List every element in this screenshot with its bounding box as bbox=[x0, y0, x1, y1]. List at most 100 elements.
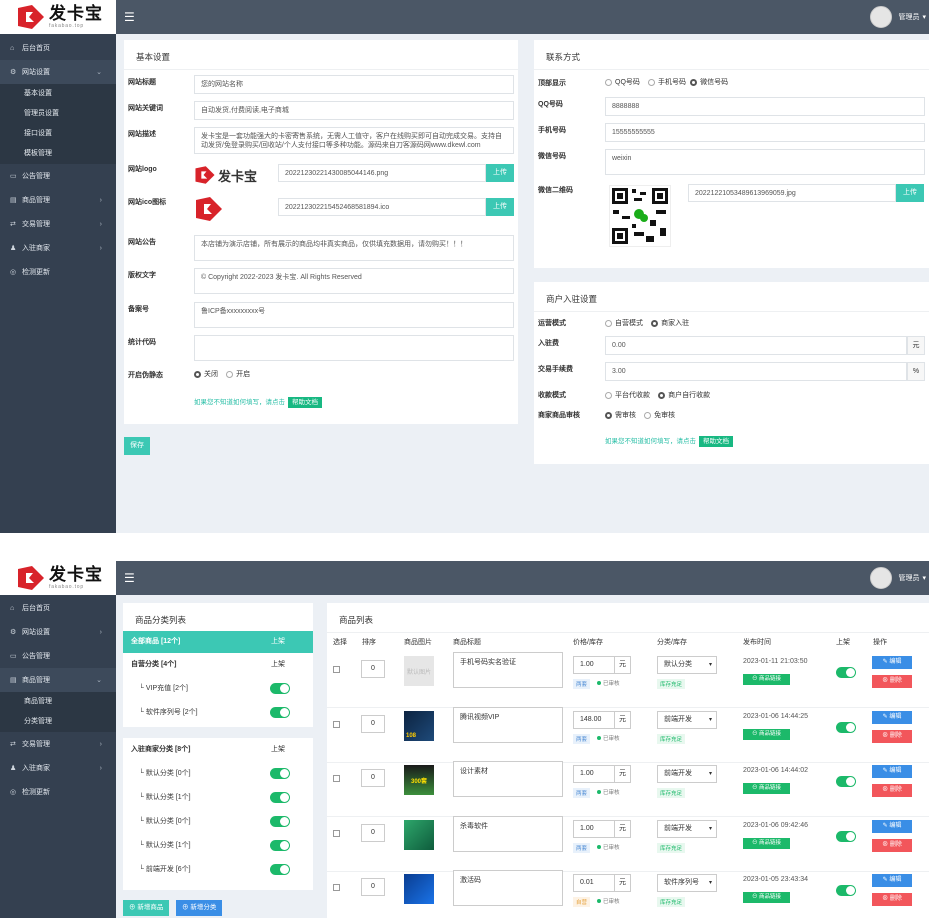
sidebar-item-site-settings[interactable]: ⚙ 网站设置 › bbox=[0, 620, 116, 644]
sidebar-item-update[interactable]: ◎ 检测更新 bbox=[0, 780, 116, 804]
enable-toggle[interactable] bbox=[270, 768, 290, 779]
submenu-item-category[interactable]: 分类管理 bbox=[0, 712, 116, 732]
sidebar-item-home[interactable]: ⌂ 后台首页 bbox=[0, 596, 116, 620]
select-checkbox[interactable] bbox=[333, 775, 340, 782]
goods-title-input[interactable]: 设计素材 bbox=[453, 761, 563, 797]
sort-input[interactable]: 0 bbox=[361, 823, 385, 842]
ico-file-input[interactable]: 20221230221545246858​1894.ico bbox=[278, 198, 486, 216]
sort-input[interactable]: 0 bbox=[361, 769, 385, 787]
goods-link-button[interactable]: ⊖ 商品链接 bbox=[743, 674, 790, 685]
sidebar-item-goods[interactable]: ▤ 商品管理 ⌄ bbox=[0, 668, 116, 692]
add-category-button[interactable]: ⊕ 新增分类 bbox=[176, 900, 223, 916]
select-checkbox[interactable] bbox=[333, 666, 340, 673]
save-button[interactable]: 保存 bbox=[124, 437, 150, 455]
phone-input[interactable]: 15555555555 bbox=[605, 123, 925, 142]
goods-link-button[interactable]: ⊖ 商品链接 bbox=[743, 837, 790, 849]
wechat-input[interactable]: weixin bbox=[605, 149, 925, 175]
delete-button[interactable]: ⊗ 删除 bbox=[872, 729, 912, 743]
sidebar-item-home[interactable]: ⌂ 后台首页 bbox=[0, 36, 116, 60]
show-qq-radio[interactable]: QQ号码 bbox=[605, 77, 640, 87]
notice-textarea[interactable]: 本店铺为演示店铺，所有展示的商品均非真实商品，仅供填充数据用，请勿购买！！！ bbox=[194, 235, 514, 261]
edit-button[interactable]: ✎ 编辑 bbox=[872, 819, 912, 833]
sidebar-item-merchant[interactable]: ♟ 入驻商家 › bbox=[0, 236, 116, 260]
goods-title-input[interactable]: 手机号码实名验证 bbox=[453, 652, 563, 688]
upload-ico-button[interactable]: 上传 bbox=[486, 198, 514, 216]
logo[interactable]: 发卡宝 fakabao.top bbox=[0, 0, 116, 34]
edit-button[interactable]: ✎ 编辑 bbox=[872, 710, 912, 724]
sort-input[interactable]: 0 bbox=[361, 878, 385, 896]
category-row[interactable]: └ 默认分类 [1个] bbox=[123, 786, 313, 810]
help-doc-button[interactable]: 帮助文档 bbox=[288, 397, 322, 408]
sort-input[interactable]: 0 bbox=[361, 714, 385, 733]
listing-toggle[interactable] bbox=[836, 721, 856, 733]
icp-textarea[interactable]: 鲁ICP备xxxxxxxxx号 bbox=[194, 302, 514, 328]
mode-merchant-radio[interactable]: 商家入驻 bbox=[651, 318, 689, 328]
enable-toggle[interactable] bbox=[270, 864, 290, 875]
upload-qr-button[interactable]: 上传 bbox=[896, 184, 924, 202]
goods-title-input[interactable]: 杀毒软件 bbox=[453, 815, 563, 852]
user-menu[interactable]: 管理员 ▾ bbox=[870, 566, 929, 590]
listing-toggle[interactable] bbox=[836, 667, 856, 678]
keywords-input[interactable]: 自动发货,付费阅读,电子商城 bbox=[194, 101, 514, 120]
logo-file-input[interactable]: 20221230221430085044146.png bbox=[278, 164, 486, 182]
select-checkbox[interactable] bbox=[333, 720, 340, 728]
category-row[interactable]: └ 默认分类 [0个] bbox=[123, 810, 313, 834]
sidebar-item-goods[interactable]: ▤ 商品管理 › bbox=[0, 188, 116, 212]
logo[interactable]: 发卡宝 fakabao.top bbox=[0, 561, 116, 595]
category-select[interactable]: 前端开发 bbox=[657, 710, 717, 729]
category-row[interactable]: └ 前端开发 [6个] bbox=[123, 858, 313, 882]
category-merchant-row[interactable]: 入驻商家分类 [8个] 上架 bbox=[123, 738, 313, 762]
goods-link-button[interactable]: ⊖ 商品链接 bbox=[743, 892, 790, 903]
delete-button[interactable]: ⊗ 删除 bbox=[872, 893, 912, 906]
category-row[interactable]: └ VIP充值 [2个] bbox=[123, 677, 313, 701]
sidebar-item-notice[interactable]: ▭ 公告管理 bbox=[0, 644, 116, 668]
wechat-qr-file-input[interactable]: 20221221053489613969059.jpg bbox=[688, 184, 896, 202]
price-input[interactable]: 1.00 元 bbox=[573, 656, 631, 674]
upload-logo-button[interactable]: 上传 bbox=[486, 164, 514, 182]
edit-button[interactable]: ✎ 编辑 bbox=[872, 874, 912, 887]
price-input[interactable]: 0.01 元 bbox=[573, 874, 631, 892]
edit-button[interactable]: ✎ 编辑 bbox=[872, 656, 912, 669]
category-select[interactable]: 前端开发 bbox=[657, 819, 717, 838]
delete-button[interactable]: ⊗ 删除 bbox=[872, 675, 912, 688]
user-menu[interactable]: 管理员 ▾ bbox=[870, 5, 929, 29]
static-off-radio[interactable]: 关闭 bbox=[194, 369, 218, 379]
category-row[interactable]: └ 默认分类 [1个] bbox=[123, 834, 313, 858]
enable-toggle[interactable] bbox=[270, 707, 290, 718]
sidebar-item-site-settings[interactable]: ⚙ 网站设置 ⌄ bbox=[0, 60, 116, 84]
static-on-radio[interactable]: 开启 bbox=[226, 369, 250, 379]
site-title-input[interactable]: 您的网站名称 bbox=[194, 75, 514, 94]
submenu-item-goods[interactable]: 商品管理 bbox=[0, 692, 116, 712]
delete-button[interactable]: ⊗ 删除 bbox=[872, 784, 912, 797]
sidebar-item-trade[interactable]: ⇄ 交易管理 › bbox=[0, 732, 116, 756]
category-row[interactable]: └ 软件序列号 [2个] bbox=[123, 701, 313, 725]
enable-toggle[interactable] bbox=[270, 792, 290, 803]
category-select[interactable]: 前端开发 bbox=[657, 765, 717, 783]
show-phone-radio[interactable]: 手机号码 bbox=[647, 77, 686, 87]
sort-input[interactable]: 0 bbox=[361, 660, 385, 678]
sidebar-item-trade[interactable]: ⇄ 交易管理 › bbox=[0, 212, 116, 236]
category-self-row[interactable]: 自营分类 [4个] 上架 bbox=[123, 653, 313, 677]
enable-toggle[interactable] bbox=[270, 816, 290, 827]
category-select[interactable]: 软件序列号 bbox=[657, 874, 717, 892]
listing-toggle[interactable] bbox=[836, 830, 856, 842]
collect-platform-radio[interactable]: 平台代收款 bbox=[605, 390, 650, 400]
listing-toggle[interactable] bbox=[836, 776, 856, 787]
submenu-item-template[interactable]: 模板管理 bbox=[0, 144, 116, 164]
submenu-item-api[interactable]: 接口设置 bbox=[0, 124, 116, 144]
goods-link-button[interactable]: ⊖ 商品链接 bbox=[743, 728, 790, 740]
copyright-textarea[interactable]: © Copyright 2022-2023 发卡宝. All Rights Re… bbox=[194, 268, 514, 294]
goods-link-button[interactable]: ⊖ 商品链接 bbox=[743, 783, 790, 794]
qq-input[interactable]: 8888888 bbox=[605, 97, 925, 116]
sidebar-item-merchant[interactable]: ♟ 入驻商家 › bbox=[0, 756, 116, 780]
goods-title-input[interactable]: 激活码 bbox=[453, 870, 563, 906]
add-goods-button[interactable]: ⊕ 新增商品 bbox=[123, 900, 170, 916]
show-wechat-radio[interactable]: 微信号码 bbox=[690, 77, 728, 87]
enable-toggle[interactable] bbox=[270, 683, 290, 694]
audit-required-radio[interactable]: 需审核 bbox=[605, 410, 636, 420]
delete-button[interactable]: ⊗ 删除 bbox=[872, 838, 912, 852]
price-input[interactable]: 1.00 元 bbox=[573, 819, 631, 838]
menu-toggle-icon[interactable]: ☰ bbox=[124, 10, 136, 24]
audit-free-radio[interactable]: 免审核 bbox=[644, 410, 675, 420]
entry-fee-input[interactable]: 0.00 bbox=[605, 336, 907, 355]
